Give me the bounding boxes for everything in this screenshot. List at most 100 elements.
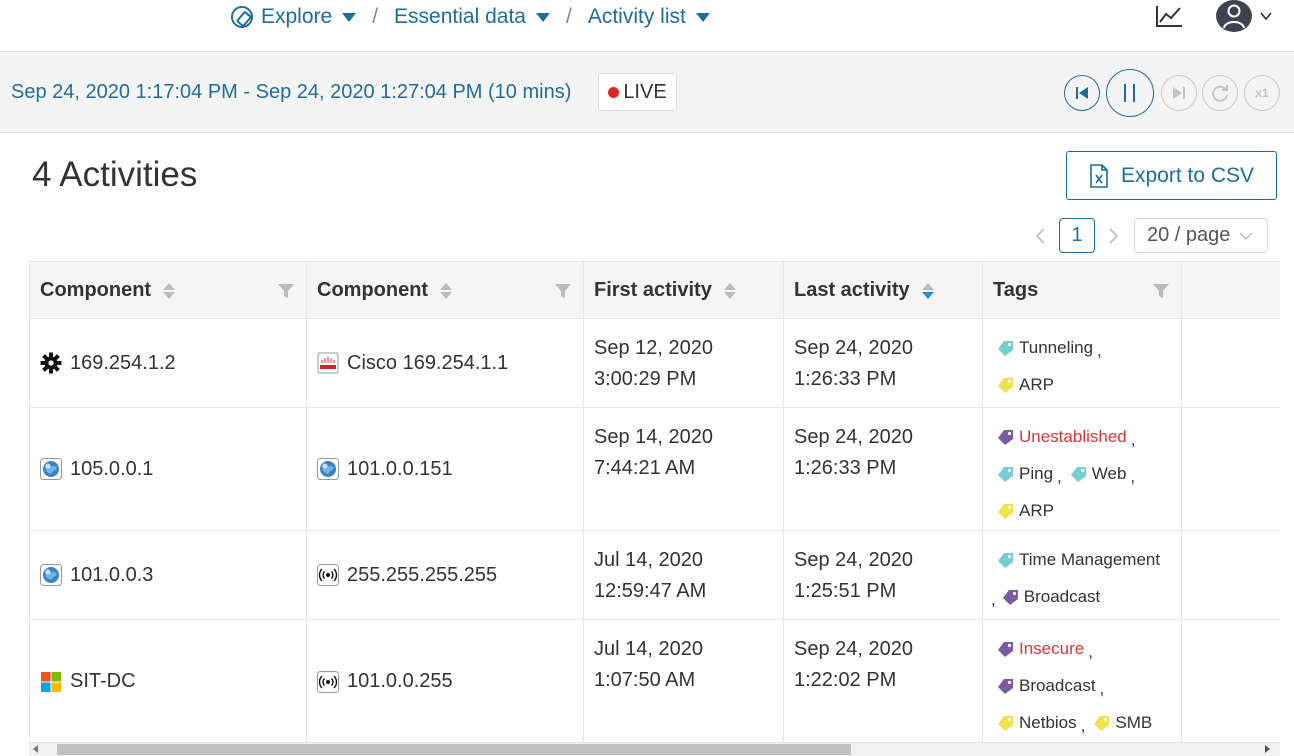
skip-back-button[interactable] — [1064, 75, 1100, 111]
breadcrumb: Explore / Essential data / Activity list — [231, 2, 710, 32]
tag-label: Time Management — [1019, 550, 1161, 569]
tag[interactable]: Ping — [997, 457, 1053, 491]
destination-component-name[interactable]: 101.0.0.255 — [347, 670, 453, 693]
sort-icon[interactable] — [440, 282, 453, 299]
tag-icon — [997, 503, 1019, 519]
first-activity-date: Jul 14, 2020 — [594, 638, 703, 660]
cisco-icon — [317, 352, 339, 374]
destination-component-cell: Cisco 169.254.1.1 — [307, 319, 584, 407]
tag-line: Netbios, SMB — [997, 706, 1181, 742]
scrollbar-thumb[interactable] — [57, 744, 851, 755]
tag[interactable]: Tunneling — [997, 331, 1093, 365]
caret-down-icon — [695, 12, 710, 22]
crumb-explore[interactable]: Explore — [231, 5, 357, 29]
destination-component-name[interactable]: Cisco 169.254.1.1 — [347, 352, 508, 375]
column-header-label: Component — [317, 279, 429, 301]
tag[interactable]: Broadcast — [997, 669, 1096, 703]
source-component-name[interactable]: 169.254.1.2 — [70, 352, 176, 375]
last-activity-time: 1:22:02 PM — [794, 669, 897, 691]
last-activity-time: 1:26:33 PM — [794, 457, 897, 479]
tag[interactable]: Time Management — [997, 543, 1160, 577]
column-header-source-component[interactable]: Component — [30, 262, 307, 319]
pager-next-icon[interactable] — [1105, 226, 1121, 246]
source-component-cell: 169.254.1.2 — [30, 319, 307, 407]
table-row[interactable]: 169.254.1.2 Cisco 169.254.1.1 Sep 12, 2020… — [30, 319, 1280, 408]
tag-icon — [997, 678, 1019, 694]
first-activity-cell: Sep 12, 2020 3:00:29 PM — [584, 319, 784, 407]
first-activity-date: Jul 14, 2020 — [594, 549, 703, 571]
speed-button[interactable]: x1 — [1244, 75, 1280, 111]
destination-component-name[interactable]: 255.255.255.255 — [347, 564, 497, 587]
chevron-down-icon[interactable] — [1260, 10, 1272, 22]
crumb-activity-list[interactable]: Activity list — [588, 5, 710, 29]
pager-prev-icon[interactable] — [1033, 226, 1049, 246]
first-activity-cell: Jul 14, 2020 12:59:47 AM — [584, 531, 784, 619]
tag-label: Web — [1091, 464, 1127, 483]
tag-label: Netbios — [1019, 713, 1077, 732]
pause-button[interactable] — [1106, 69, 1154, 117]
page-size-select[interactable]: 20 / page — [1134, 218, 1268, 253]
export-csv-button[interactable]: Export to CSV — [1066, 151, 1277, 200]
tag-line: Insecure, — [997, 632, 1181, 669]
tag[interactable]: ARP — [997, 494, 1054, 528]
table-row[interactable]: SIT-DC 101.0.0.255 Jul 14, 2020 1:07:50 AM S… — [30, 620, 1280, 742]
time-range-label[interactable]: Sep 24, 2020 1:17:04 PM - Sep 24, 2020 1… — [11, 81, 571, 104]
horizontal-scrollbar[interactable] — [29, 743, 1280, 756]
tag-label: Broadcast — [1023, 587, 1101, 606]
globe-icon — [40, 458, 62, 480]
line-chart-icon[interactable] — [1155, 4, 1183, 28]
tag-line: ARP — [997, 494, 1181, 531]
source-component-cell: SIT-DC — [30, 620, 307, 742]
filter-icon[interactable] — [555, 284, 571, 298]
tag-label: ARP — [1019, 375, 1054, 394]
sort-icon[interactable] — [723, 282, 736, 299]
gear-icon — [40, 352, 62, 374]
sort-icon[interactable] — [921, 282, 934, 299]
tag[interactable]: ARP — [997, 368, 1054, 402]
scroll-left-icon[interactable] — [33, 745, 38, 753]
table-row[interactable]: 105.0.0.1 101.0.0.151 Sep 14, 2020 7:44:21 … — [30, 408, 1280, 531]
first-activity-date: Sep 14, 2020 — [594, 426, 713, 448]
column-header-first-activity[interactable]: First activity — [584, 262, 784, 319]
source-component-name[interactable]: SIT-DC — [70, 670, 136, 693]
column-header-tags[interactable]: Tags — [983, 262, 1182, 319]
table-row[interactable]: 101.0.0.3 255.255.255.255 Jul 14, 2020 12:5… — [30, 531, 1280, 620]
first-activity-time: 12:59:47 AM — [594, 580, 707, 602]
last-activity-date: Sep 24, 2020 — [794, 549, 913, 571]
last-activity-date: Sep 24, 2020 — [794, 337, 913, 359]
tag[interactable]: SMB — [1093, 706, 1152, 740]
avatar[interactable] — [1216, 0, 1252, 32]
tag[interactable]: Broadcast — [1002, 580, 1101, 614]
destination-component-name[interactable]: 101.0.0.151 — [347, 458, 453, 481]
tag-line: ARP — [997, 368, 1181, 405]
sort-icon[interactable] — [163, 282, 176, 299]
column-header-last-activity[interactable]: Last activity — [784, 262, 983, 319]
user-icon — [1223, 4, 1245, 29]
tag[interactable]: Web — [1070, 457, 1127, 491]
tag[interactable]: Insecure — [997, 632, 1084, 666]
filter-icon[interactable] — [278, 284, 294, 298]
pause-icon — [1124, 84, 1135, 102]
tag-label: SMB — [1115, 713, 1153, 732]
refresh-button[interactable] — [1202, 75, 1238, 111]
column-header-spacer — [1182, 262, 1280, 319]
source-component-name[interactable]: 101.0.0.3 — [70, 564, 153, 587]
caret-down-icon — [342, 12, 357, 22]
tag[interactable]: Netbios — [997, 706, 1077, 740]
crumb-explore-label: Explore — [261, 5, 333, 28]
source-component-name[interactable]: 105.0.0.1 — [70, 458, 153, 481]
spacer-cell — [1182, 531, 1280, 619]
tag-label: Insecure — [1019, 639, 1085, 658]
filter-icon[interactable] — [1153, 284, 1169, 298]
activities-table: Component Component First activity Last … — [29, 261, 1280, 743]
crumb-essential-data[interactable]: Essential data — [394, 5, 550, 29]
tag-line: Tunneling, — [997, 331, 1181, 368]
destination-component-cell: 255.255.255.255 — [307, 531, 584, 619]
skip-forward-button[interactable] — [1161, 75, 1197, 111]
tag[interactable]: Unestablished — [997, 420, 1127, 454]
pager-current-page[interactable]: 1 — [1059, 218, 1095, 253]
column-header-destination-component[interactable]: Component — [307, 262, 584, 319]
scroll-right-icon[interactable] — [1265, 745, 1270, 753]
top-nav: Explore / Essential data / Activity list — [0, 0, 1294, 52]
column-header-label: Component — [40, 279, 152, 301]
